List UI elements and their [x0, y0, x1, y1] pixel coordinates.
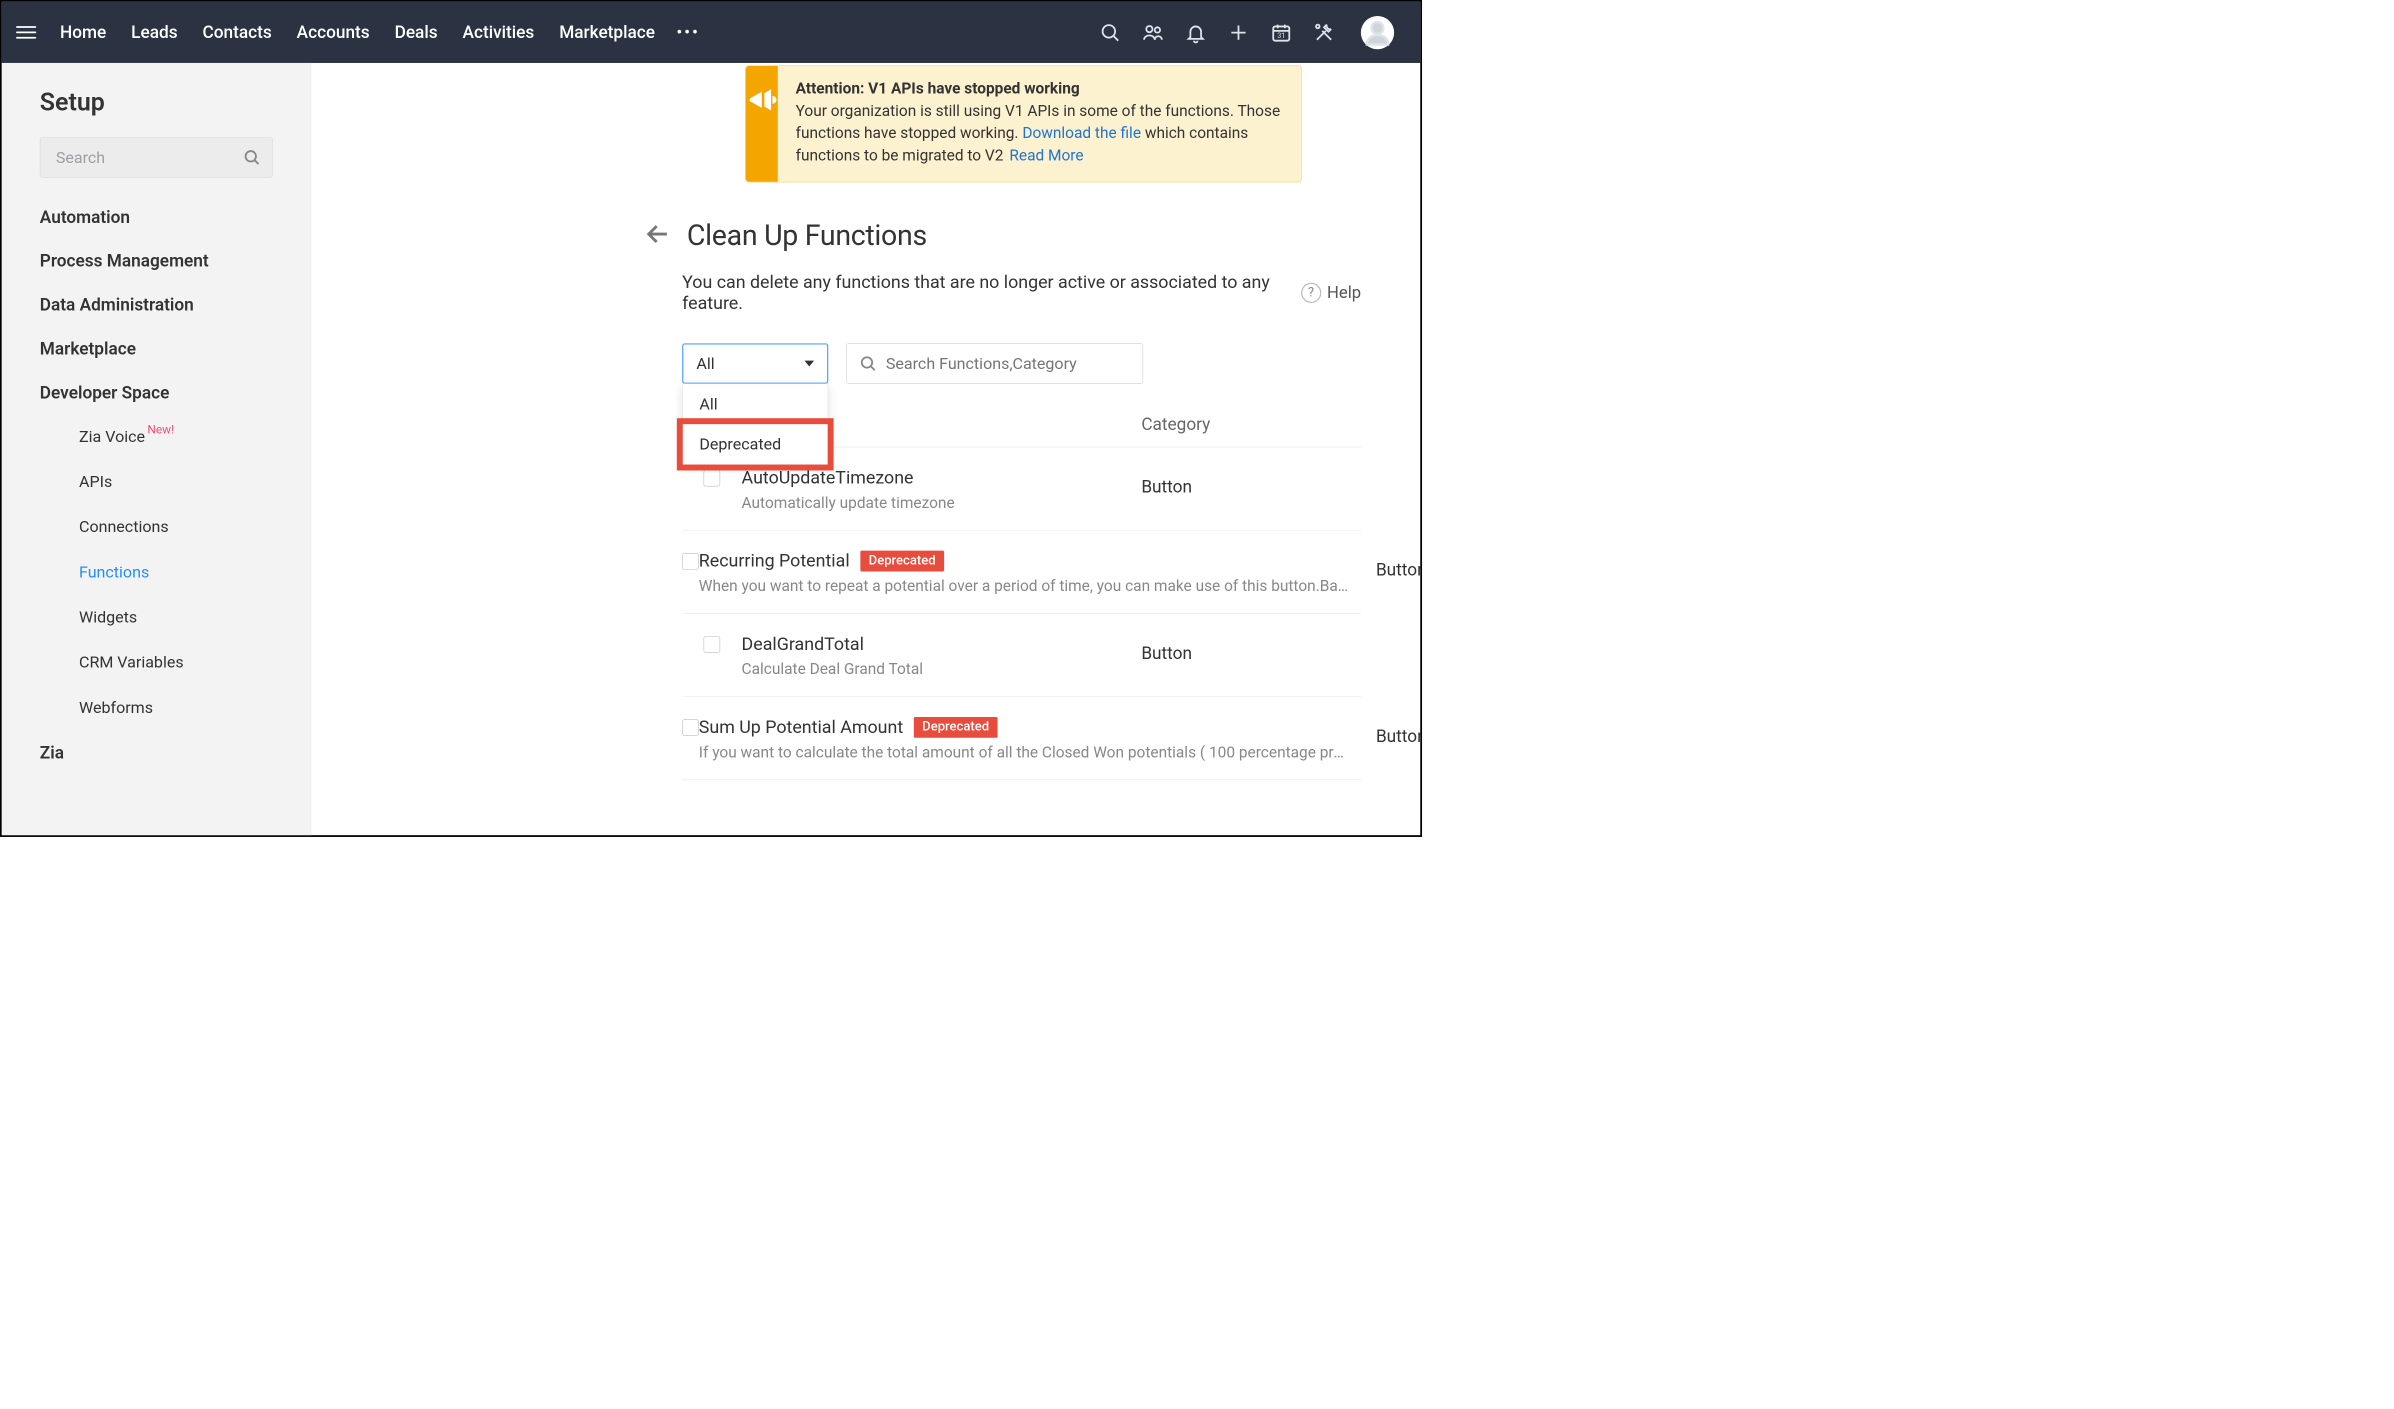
- sidebar-item-crm-variables[interactable]: CRM Variables: [79, 653, 273, 672]
- fn-desc: When you want to repeat a potential over…: [699, 577, 1352, 595]
- sidebar-group-marketplace[interactable]: Marketplace: [40, 339, 273, 359]
- page-subtitle: You can delete any functions that are no…: [682, 272, 1301, 314]
- sidebar: Setup Automation Process Management Data…: [2, 63, 311, 835]
- row-checkbox[interactable]: [703, 470, 720, 487]
- deprecated-badge: Deprecated: [914, 717, 998, 738]
- fn-category: Button: [1376, 717, 1421, 747]
- nav-marketplace[interactable]: Marketplace: [559, 22, 655, 42]
- sidebar-item-webforms[interactable]: Webforms: [79, 698, 273, 717]
- help-label: Help: [1327, 283, 1361, 303]
- top-nav: Home Leads Contacts Accounts Deals Activ…: [2, 2, 1420, 63]
- fn-name[interactable]: Recurring Potential: [699, 550, 850, 571]
- avatar[interactable]: [1361, 16, 1394, 49]
- sidebar-item-connections[interactable]: Connections: [79, 517, 273, 536]
- sidebar-search-input[interactable]: [40, 137, 273, 177]
- table-row: Recurring Potential Deprecated When you w…: [682, 530, 1361, 613]
- row-checkbox[interactable]: [703, 636, 720, 653]
- sidebar-item-zia-voice[interactable]: Zia VoiceNew!: [79, 427, 273, 446]
- setup-title: Setup: [40, 88, 273, 117]
- fn-category: Button: [1141, 634, 1361, 664]
- read-more-link[interactable]: Read More: [1009, 147, 1083, 165]
- filter-option-all[interactable]: All: [683, 384, 828, 424]
- sidebar-group-automation[interactable]: Automation: [40, 207, 273, 227]
- row-checkbox[interactable]: [682, 719, 699, 736]
- people-icon[interactable]: [1141, 20, 1165, 44]
- sidebar-group-process[interactable]: Process Management: [40, 251, 273, 271]
- sidebar-search[interactable]: [40, 137, 273, 177]
- fn-name[interactable]: Sum Up Potential Amount: [699, 717, 903, 738]
- page-title: Clean Up Functions: [687, 218, 927, 252]
- help-link[interactable]: ? Help: [1301, 283, 1361, 303]
- sidebar-group-devspace[interactable]: Developer Space: [40, 383, 273, 403]
- functions-table: Category AutoUpdateTimezone Automaticall…: [682, 414, 1361, 779]
- main-area: Attention: V1 APIs have stopped working …: [311, 63, 1420, 835]
- nav-leads[interactable]: Leads: [131, 22, 177, 42]
- alert-body: Attention: V1 APIs have stopped working …: [778, 66, 1301, 182]
- sidebar-group-data[interactable]: Data Administration: [40, 295, 273, 315]
- search-icon: [243, 149, 261, 167]
- devspace-subitems: Zia VoiceNew! APIs Connections Functions…: [40, 427, 273, 743]
- fn-name[interactable]: AutoUpdateTimezone: [741, 467, 913, 488]
- back-arrow-icon[interactable]: [644, 221, 673, 250]
- alert-title: Attention: V1 APIs have stopped working: [795, 80, 1079, 98]
- filter-dropdown: All Deprecated: [682, 384, 828, 465]
- new-badge: New!: [147, 422, 174, 436]
- download-file-link[interactable]: Download the file: [1022, 124, 1141, 142]
- th-category: Category: [1141, 414, 1361, 434]
- sidebar-item-widgets[interactable]: Widgets: [79, 608, 273, 627]
- function-search[interactable]: [846, 343, 1143, 383]
- nav-items: Home Leads Contacts Accounts Deals Activ…: [60, 22, 655, 42]
- megaphone-icon: [745, 66, 777, 182]
- hamburger-icon[interactable]: [16, 22, 36, 42]
- plus-icon[interactable]: [1227, 20, 1251, 44]
- search-icon[interactable]: [1098, 20, 1122, 44]
- sidebar-group-zia[interactable]: Zia: [40, 743, 273, 763]
- row-checkbox[interactable]: [682, 553, 699, 570]
- chevron-down-icon: [804, 360, 814, 366]
- fn-desc: If you want to calculate the total amoun…: [699, 744, 1352, 762]
- fn-desc: Calculate Deal Grand Total: [741, 660, 1117, 678]
- sidebar-item-functions[interactable]: Functions: [79, 563, 273, 582]
- function-search-input[interactable]: [846, 343, 1143, 383]
- fn-category: Button: [1141, 467, 1361, 497]
- nav-home[interactable]: Home: [60, 22, 106, 42]
- bell-icon[interactable]: [1184, 20, 1208, 44]
- alert-banner: Attention: V1 APIs have stopped working …: [745, 65, 1302, 182]
- filter-option-deprecated[interactable]: Deprecated: [683, 424, 828, 464]
- calendar-icon[interactable]: 31: [1269, 20, 1293, 44]
- fn-category: Button: [1376, 550, 1421, 580]
- help-icon: ?: [1301, 283, 1321, 303]
- nav-contacts[interactable]: Contacts: [203, 22, 272, 42]
- more-icon[interactable]: •••: [676, 22, 699, 43]
- tools-icon[interactable]: [1312, 20, 1336, 44]
- fn-desc: Automatically update timezone: [741, 494, 1117, 512]
- nav-icons: 31: [1098, 16, 1394, 49]
- search-icon: [859, 354, 877, 372]
- nav-accounts[interactable]: Accounts: [297, 22, 370, 42]
- nav-activities[interactable]: Activities: [463, 22, 535, 42]
- fn-name[interactable]: DealGrandTotal: [741, 634, 863, 655]
- table-row: Sum Up Potential Amount Deprecated If you…: [682, 697, 1361, 780]
- svg-text:31: 31: [1277, 31, 1285, 40]
- table-row: DealGrandTotal Calculate Deal Grand Tota…: [682, 613, 1361, 696]
- filter-selected: All: [696, 354, 714, 373]
- sidebar-item-apis[interactable]: APIs: [79, 472, 273, 491]
- filter-select[interactable]: All: [682, 343, 828, 383]
- deprecated-badge: Deprecated: [860, 550, 944, 571]
- nav-deals[interactable]: Deals: [395, 22, 438, 42]
